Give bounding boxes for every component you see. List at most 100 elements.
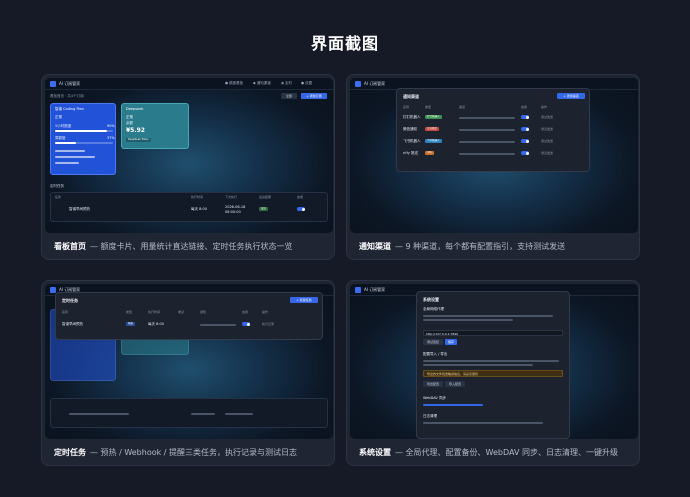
balance-card-deepseek: Deepseek 正常 余额 ¥5.92 DeepSeek Token: [121, 103, 189, 149]
nav-settings: ● 设置: [301, 81, 313, 85]
modal-title: 系统设置: [423, 297, 439, 302]
proxy-input: http://127.0.0.1:7890: [423, 330, 563, 336]
quota-bar-2: [55, 142, 113, 144]
dashboard-screenshot: AI 订阅管家 ● 额度看板 ◆ 通知渠道 ◉ 定时 ● 设置 看板首页 · 共…: [45, 78, 333, 233]
channel-test-button: 测试发送: [541, 139, 554, 143]
page-subtitle: 看板首页 · 共4个订阅: [50, 94, 84, 98]
quota-card-pct1: 90%: [107, 124, 115, 128]
quota-card-pct2: 37%: [107, 136, 115, 140]
task-row-time: 每天 8:00: [191, 207, 207, 211]
channel-row-name: ntfy 推送: [403, 151, 418, 155]
settings-section-backup: 配置导入 / 导出: [423, 352, 448, 356]
channel-test-button: 测试发送: [541, 115, 554, 119]
screenshot-card-dashboard[interactable]: AI 订阅管家 ● 额度看板 ◆ 通知渠道 ◉ 定时 ● 设置 看板首页 · 共…: [41, 74, 335, 260]
add-channel-button: + 添加渠道: [557, 93, 585, 99]
task-row-toggle: [297, 207, 305, 211]
section-scheduled-tasks: 定时任务: [50, 184, 64, 188]
app-name: AI 订阅管家: [364, 287, 386, 292]
col-header-actions: 操作: [262, 310, 269, 314]
channel-test-button: 测试发送: [541, 127, 554, 131]
nav-dashboard: ● 额度看板: [225, 81, 244, 85]
task-row-time: 每天 8:00: [148, 322, 164, 326]
filter-all-chip: 全部: [281, 93, 297, 99]
quota-card-name: 智谱 Coding Plan: [55, 107, 84, 111]
app-logo-icon: [50, 287, 56, 293]
balance-card-tag: DeepSeek Token: [126, 138, 151, 142]
col-header-type: 类型: [425, 105, 432, 109]
channel-test-button: 测试发送: [541, 151, 554, 155]
settings-section-proxy: 全局网络代理: [423, 307, 444, 311]
app-name: AI 订阅管家: [364, 81, 386, 86]
table-header-next: 下次执行: [225, 195, 238, 199]
app-logo-icon: [355, 287, 361, 293]
col-header-name: 名称: [62, 310, 69, 314]
tasks-screenshot: AI 订阅管家 定时任务 + 新建任务 名称 类型 执行时间 重试 通知 启用 …: [45, 284, 333, 439]
quota-card-meta: 5小时额度: [55, 124, 72, 128]
col-header-time: 执行时间: [148, 310, 161, 314]
col-header-enabled: 启用: [521, 105, 528, 109]
settings-modal: 系统设置 全局网络代理 http://127.0.0.1:7890 测试连接 保…: [416, 291, 570, 439]
nav-tasks: ◉ 定时: [281, 81, 293, 85]
nav-channels: ◆ 通知渠道: [253, 81, 271, 85]
card-caption-title: 通知渠道: [359, 242, 391, 251]
col-header-notify: 通知: [200, 310, 207, 314]
card-caption: 系统设置 — 全局代理、配置备份、WebDAV 同步、日志清理、一键升级: [359, 447, 618, 458]
add-subscription-button: + 添加订阅: [301, 93, 327, 99]
tasks-table: 任务 执行时间 下次执行 最后结果 启用 智谱早间预热 每天 8:00 2026…: [50, 192, 328, 222]
col-header-type: 类型: [126, 310, 133, 314]
app-name: AI 订阅管家: [59, 81, 81, 86]
import-config-button: 导入配置: [445, 381, 465, 387]
card-caption-desc: — 额度卡片、用量统计直达链接、定时任务执行状态一览: [90, 242, 293, 251]
col-header-channel: 渠道: [459, 105, 466, 109]
task-row-name: 智谱早间预热: [62, 322, 83, 326]
balance-card-amount: ¥5.92: [126, 127, 145, 134]
proxy-input-value: http://127.0.0.1:7890: [426, 331, 459, 336]
card-caption-desc: — 9 种渠道，每个都有配置指引，支持测试发送: [395, 242, 566, 251]
page-title: 界面截图: [310, 34, 379, 53]
channels-screenshot: AI 订阅管家 通知渠道 + 添加渠道 名称 类型 渠道 启用 操作 钉钉机器人…: [350, 78, 638, 233]
modal-title: 通知渠道: [403, 94, 419, 99]
channel-row-toggle: [521, 139, 529, 143]
card-caption-title: 定时任务: [54, 448, 86, 457]
new-task-button: + 新建任务: [290, 297, 318, 303]
tasks-modal: 定时任务 + 新建任务 名称 类型 执行时间 重试 通知 启用 操作 智谱早间预…: [55, 292, 323, 340]
export-config-button: 导出配置: [423, 381, 443, 387]
quota-card-zhipu: 智谱 Coding Plan 正常 5小时额度 90% 周额度 37%: [50, 103, 116, 175]
balance-card-status: 正常: [126, 115, 133, 119]
balance-card-meta: 余额: [126, 121, 133, 125]
task-row-type: 预热: [126, 322, 136, 326]
settings-screenshot: AI 订阅管家 系统设置 全局网络代理 http://127.0.0.1:789…: [350, 284, 638, 439]
card-caption: 看板首页 — 额度卡片、用量统计直达链接、定时任务执行状态一览: [54, 241, 293, 252]
screenshot-card-settings[interactable]: AI 订阅管家 系统设置 全局网络代理 http://127.0.0.1:789…: [346, 280, 640, 466]
table-header-enabled: 启用: [297, 195, 304, 199]
channel-row-name: 钉钉机器人: [403, 115, 421, 119]
channel-row-type: 企业微信: [425, 127, 440, 131]
channel-row-type: ntfy: [425, 151, 434, 155]
test-connection-button: 测试连接: [423, 339, 443, 345]
task-row-next: 2026-06-18 08:00:00: [225, 205, 246, 214]
card-caption: 通知渠道 — 9 种渠道，每个都有配置指引，支持测试发送: [359, 241, 565, 252]
screenshot-card-tasks[interactable]: AI 订阅管家 定时任务 + 新建任务 名称 类型 执行时间 重试 通知 启用 …: [41, 280, 335, 466]
settings-section-logs: 日志清理: [423, 414, 437, 418]
background-table: [50, 398, 328, 428]
app-topbar: AI 订阅管家 ● 额度看板 ◆ 通知渠道 ◉ 定时 ● 设置: [45, 78, 333, 90]
col-header-name: 名称: [403, 105, 410, 109]
col-header-retry: 重试: [178, 310, 185, 314]
balance-card-name: Deepseek: [126, 107, 144, 111]
table-header-time: 执行时间: [191, 195, 204, 199]
col-header-enabled: 启用: [242, 310, 249, 314]
backup-warning-text: 导出的文件包含敏感信息，请妥善保管: [427, 372, 479, 376]
modal-title: 定时任务: [62, 298, 78, 303]
card-caption-title: 系统设置: [359, 448, 391, 457]
screenshot-card-channels[interactable]: AI 订阅管家 通知渠道 + 添加渠道 名称 类型 渠道 启用 操作 钉钉机器人…: [346, 74, 640, 260]
card-caption: 定时任务 — 预热 / Webhook / 提醒三类任务，执行记录与测试日志: [54, 447, 297, 458]
task-row-result: 成功: [259, 207, 269, 211]
quota-card-status: 正常: [55, 115, 62, 119]
channel-row-toggle: [521, 151, 529, 155]
table-header-task: 任务: [55, 195, 62, 199]
channel-row-type: 飞书机器人: [425, 139, 442, 143]
settings-section-webdav: WebDAV 同步: [423, 396, 446, 400]
channel-row-type: 钉钉机器人: [425, 115, 442, 119]
task-log-button: 执行记录: [262, 322, 275, 326]
channel-row-toggle: [521, 127, 529, 131]
